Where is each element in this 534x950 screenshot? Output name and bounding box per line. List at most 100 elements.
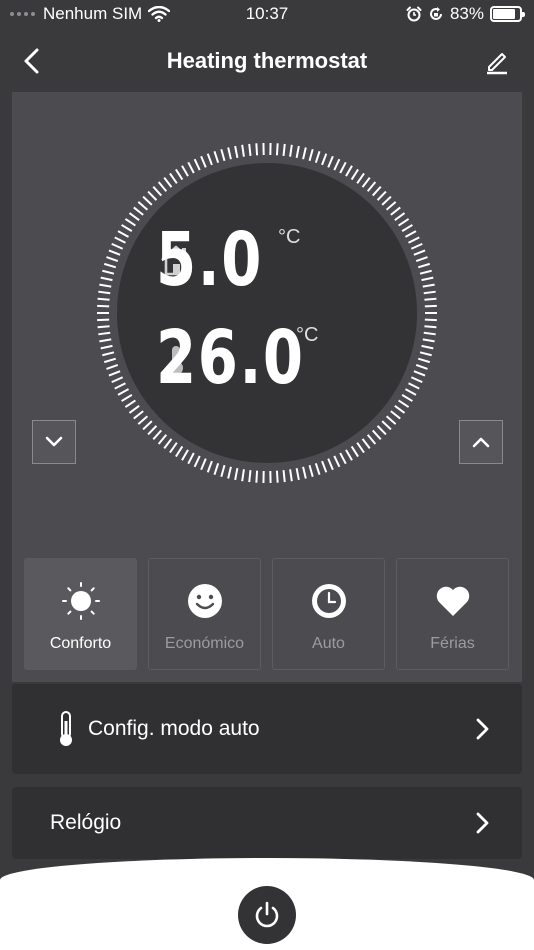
pencil-icon[interactable]: [482, 46, 512, 76]
dial-tick: [248, 470, 252, 483]
dial-tick: [401, 224, 413, 233]
mode-economico-button[interactable]: Económico: [148, 558, 261, 670]
dial-tick: [376, 190, 387, 201]
dial-tick: [133, 206, 144, 216]
mode-label: Férias: [430, 635, 475, 652]
dial-tick: [241, 144, 245, 157]
smiley-icon: [187, 584, 222, 618]
dial-tick: [152, 429, 163, 441]
dial-tick: [103, 262, 117, 269]
dial-tick: [193, 455, 201, 468]
heart-icon: [436, 586, 469, 616]
dial-tick: [339, 452, 347, 465]
dial-tick: [142, 195, 153, 206]
dial-tick: [137, 415, 149, 425]
mode-label: Auto: [312, 635, 345, 652]
dial-tick: [220, 464, 226, 478]
dial-tick: [97, 297, 110, 301]
dial-tick: [255, 143, 259, 156]
dial-tick: [424, 325, 437, 329]
mode-ferias-button[interactable]: Férias: [396, 558, 509, 670]
nav-bar: Heating thermostat: [0, 32, 534, 90]
dial-tick: [385, 415, 397, 425]
alarm-icon: [406, 6, 422, 22]
dial-tick: [422, 338, 435, 343]
dial-tick: [327, 155, 334, 168]
dial-tick: [133, 410, 144, 420]
dial-tick: [100, 344, 113, 350]
dial-tick: [187, 161, 195, 174]
increase-temperature-button[interactable]: [459, 420, 503, 464]
clock-icon: [311, 584, 346, 618]
dial-tick: [308, 148, 314, 162]
dial-tick: [417, 262, 431, 269]
dial-tick: [415, 256, 428, 262]
dial-tick: [289, 144, 293, 157]
dial-tick: [404, 388, 417, 396]
dial-tick: [187, 452, 195, 465]
dial-tick: [175, 168, 184, 181]
dial-tick: [175, 445, 184, 458]
dial-tick: [220, 148, 226, 162]
clock-row[interactable]: Relógio: [12, 787, 522, 859]
dial-tick: [385, 201, 397, 211]
thermometer-icon: [60, 711, 72, 746]
dial-tick: [282, 143, 286, 156]
thermostat-dial: 5.0 °C 26.0 °C: [96, 142, 438, 484]
mode-conforto-button[interactable]: Conforto: [24, 558, 137, 670]
dial-tick: [108, 370, 121, 377]
dial-tick: [356, 442, 365, 454]
dial-tick: [241, 469, 245, 482]
dial-tick: [333, 158, 341, 171]
dial-tick: [413, 249, 426, 256]
dial-tick: [366, 434, 377, 445]
dial-tick: [381, 420, 392, 431]
decrease-temperature-button[interactable]: [32, 420, 76, 464]
dial-tick: [193, 158, 201, 171]
sun-icon: [61, 582, 100, 620]
dial-tick: [398, 218, 410, 227]
dial-tick: [422, 283, 435, 288]
dial-tick: [227, 466, 232, 479]
dial-tick: [394, 405, 406, 414]
dial-tick: [98, 331, 111, 336]
dial-tick: [381, 195, 392, 206]
mode-label: Conforto: [49, 635, 112, 652]
dial-tick: [206, 460, 213, 473]
set-temperature-unit: °C: [278, 226, 301, 248]
dial-tick: [114, 382, 126, 390]
dial-tick: [137, 201, 149, 211]
current-temperature-row: 26.0 °C: [156, 318, 318, 398]
auto-mode-config-row[interactable]: Config. modo auto: [12, 684, 522, 774]
dial-tick: [128, 405, 140, 414]
dial-tick: [371, 185, 382, 197]
dial-tick: [124, 399, 136, 408]
dial-tick: [423, 290, 436, 295]
chevron-right-icon: [476, 812, 489, 834]
dial-tick: [98, 290, 111, 295]
dial-tick: [97, 318, 110, 322]
dial-tick: [157, 181, 168, 192]
dial-tick: [289, 469, 293, 482]
dial-tick: [117, 388, 130, 396]
dial-tick: [213, 462, 220, 475]
dial-tick: [421, 344, 434, 350]
dial-tick: [114, 236, 126, 244]
dial-tick: [142, 420, 153, 431]
status-right: 83%: [406, 4, 525, 24]
dial-tick: [102, 269, 115, 275]
dial-tick: [361, 438, 371, 450]
mode-auto-button[interactable]: Auto: [272, 558, 385, 670]
orientation-lock-icon: [430, 7, 442, 20]
dial-tick: [394, 212, 406, 221]
battery-fill: [493, 9, 515, 19]
dial-tick: [390, 206, 401, 216]
dial-tick: [321, 153, 328, 166]
dial-tick: [356, 172, 365, 184]
dial-tick: [408, 382, 420, 390]
dial-tick: [417, 357, 431, 364]
dial-tick: [295, 145, 300, 158]
power-button[interactable]: [238, 886, 296, 944]
dial-tick: [376, 425, 387, 436]
dial-tick: [163, 438, 173, 450]
